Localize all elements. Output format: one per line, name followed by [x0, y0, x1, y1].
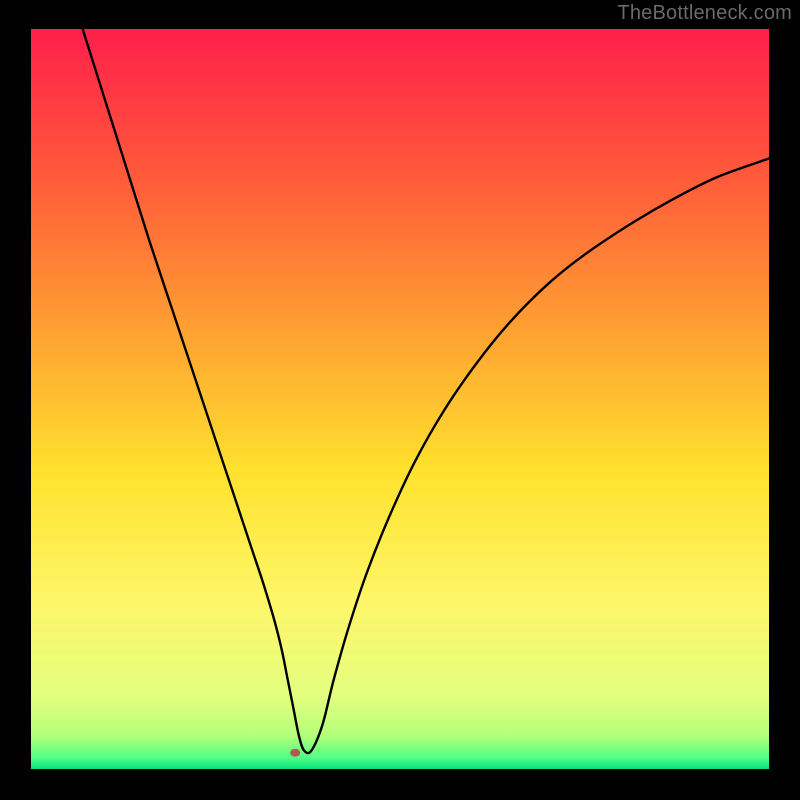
chart-frame: TheBottleneck.com — [0, 0, 800, 800]
bottleneck-chart — [0, 0, 800, 800]
optimum-marker — [290, 749, 300, 757]
plot-background — [31, 29, 769, 769]
